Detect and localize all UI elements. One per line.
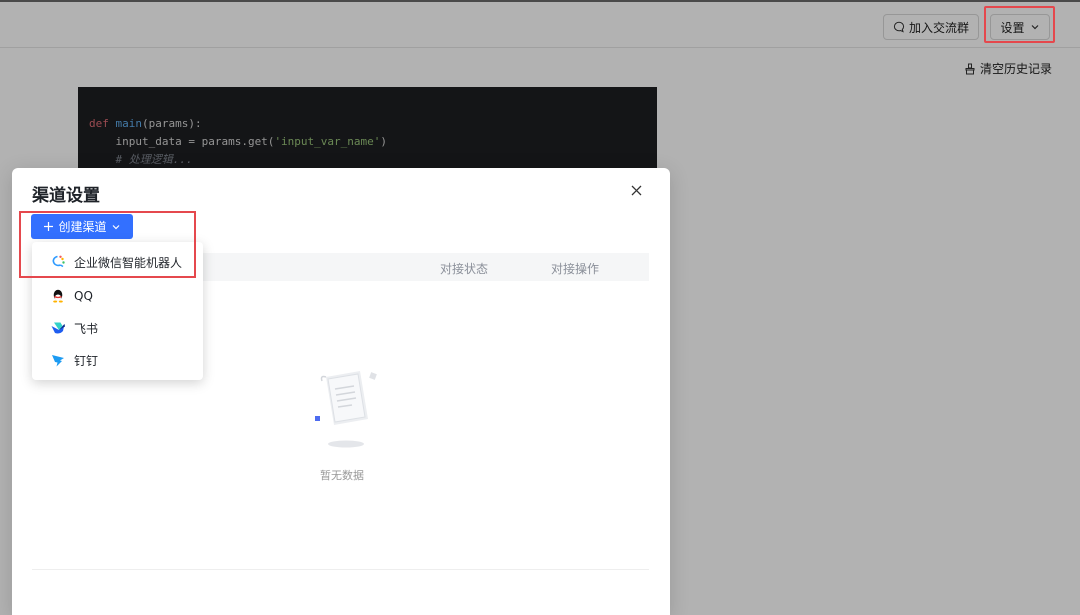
code-text: ) xyxy=(380,135,388,148)
dropdown-item-qq[interactable]: QQ xyxy=(32,280,203,312)
column-header-status: 对接状态 xyxy=(440,262,489,276)
code-text: input_data = params.get( xyxy=(89,135,275,148)
empty-text: 暂无数据 xyxy=(320,469,364,482)
column-header-operation: 对接操作 xyxy=(551,262,600,276)
qq-icon xyxy=(50,288,66,304)
code-keyword: def xyxy=(89,117,109,130)
dropdown-item-dingtalk[interactable]: 钉钉 xyxy=(32,344,203,376)
close-icon[interactable] xyxy=(628,182,644,198)
join-group-label: 加入交流群 xyxy=(908,20,969,35)
modal-title: 渠道设置 xyxy=(32,186,100,206)
empty-document-icon xyxy=(302,371,382,457)
create-channel-button[interactable]: 创建渠道 xyxy=(31,214,133,239)
dropdown-item-label: 钉钉 xyxy=(74,353,99,368)
clear-history-button[interactable]: 清空历史记录 xyxy=(964,60,1052,77)
chat-bubble-icon xyxy=(893,21,905,33)
dropdown-item-label: 飞书 xyxy=(74,321,99,336)
divider xyxy=(32,569,649,570)
wecom-icon xyxy=(50,254,66,270)
dropdown-item-wecom[interactable]: 企业微信智能机器人 xyxy=(32,246,203,278)
chevron-down-icon xyxy=(111,222,121,232)
clear-history-label: 清空历史记录 xyxy=(979,62,1052,76)
create-channel-dropdown: 企业微信智能机器人 QQ 飞书 钉钉 xyxy=(32,242,203,380)
code-function: main xyxy=(115,117,143,130)
create-channel-label: 创建渠道 xyxy=(58,220,107,234)
channel-settings-modal: 渠道设置 创建渠道 对接状态 对接操作 暂无数据 企业微信智能机器人 QQ 飞书… xyxy=(12,168,670,615)
empty-state: 暂无数据 xyxy=(292,363,392,483)
code-line-3: # 处理逻辑... xyxy=(89,153,193,166)
code-line-1: def main(params): xyxy=(89,115,657,133)
dingtalk-icon xyxy=(50,352,66,368)
code-line-2: input_data = params.get('input_var_name'… xyxy=(89,133,657,151)
join-group-button[interactable]: 加入交流群 xyxy=(883,14,979,40)
code-text: (params): xyxy=(142,117,202,130)
top-bar: 加入交流群 设置 xyxy=(0,0,1080,48)
dropdown-item-feishu[interactable]: 飞书 xyxy=(32,312,203,344)
plus-icon xyxy=(43,221,54,232)
broom-icon xyxy=(964,63,976,75)
code-string: 'input_var_name' xyxy=(274,135,381,148)
dropdown-item-label: QQ xyxy=(74,289,93,303)
feishu-icon xyxy=(50,320,66,336)
dropdown-item-label: 企业微信智能机器人 xyxy=(74,255,183,270)
settings-highlight-box xyxy=(984,6,1055,43)
